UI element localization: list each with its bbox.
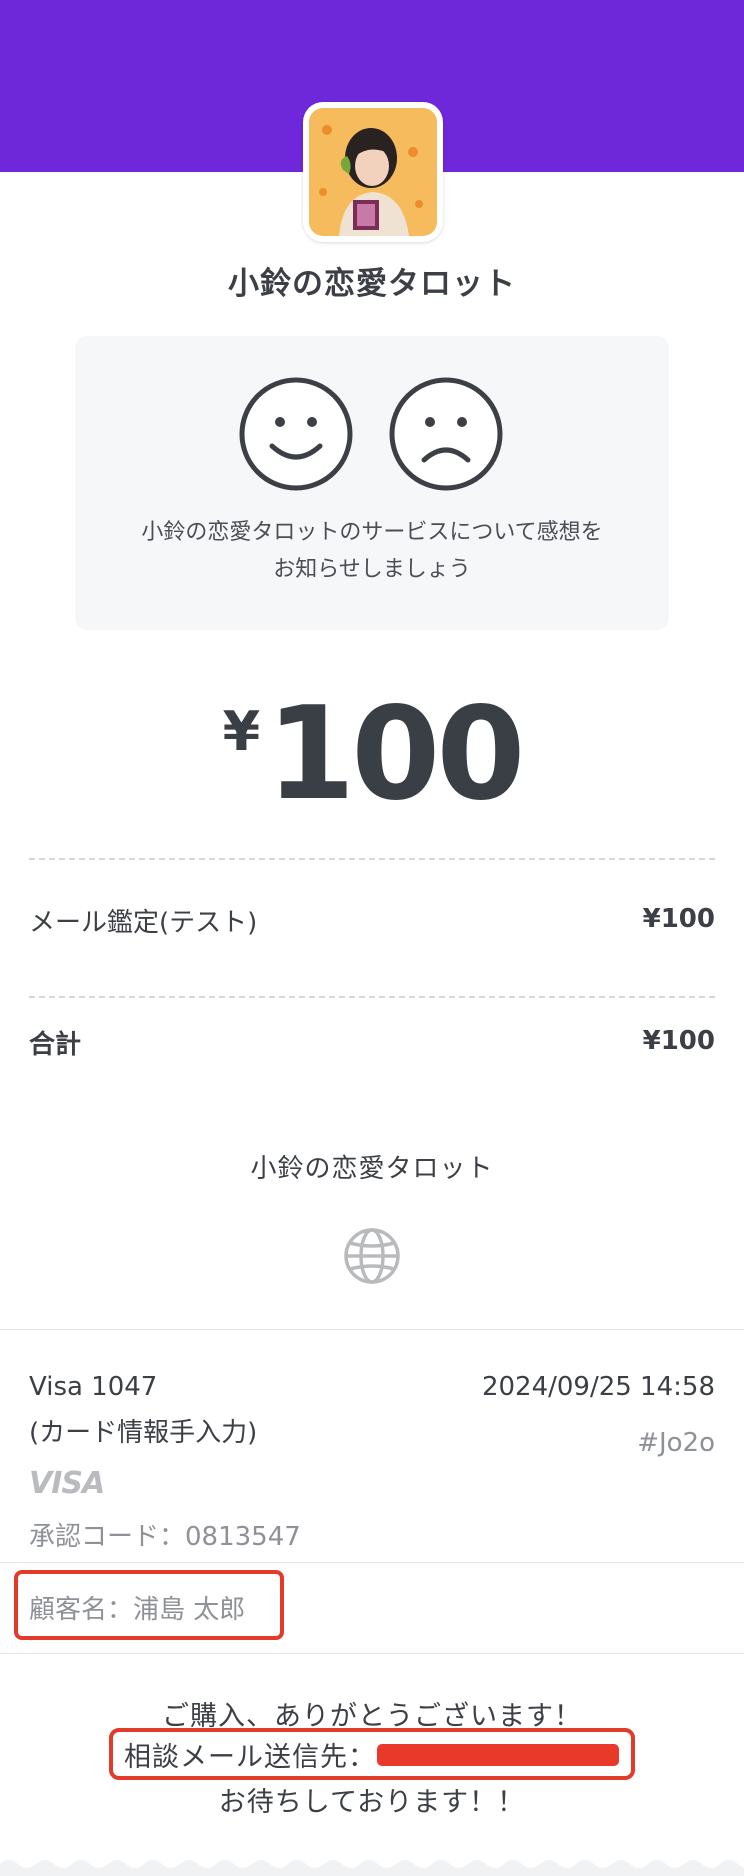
- divider: [0, 1653, 744, 1654]
- contact-email-label: 相談メール送信先：: [124, 1742, 376, 1773]
- feedback-card: 小鈴の恋愛タロットのサービスについて感想をお知らせしましょう: [75, 336, 669, 630]
- authorization-code: 承認コード：0813547: [29, 1522, 301, 1552]
- line-item-label: メール鑑定(テスト): [29, 908, 258, 938]
- amount-currency: ¥: [222, 700, 261, 763]
- receipt-reference: #Jo2o: [637, 1428, 715, 1458]
- merchant-avatar-photo: [309, 108, 437, 236]
- divider: [0, 1329, 744, 1330]
- footer-merchant-name: 小鈴の恋愛タロット: [250, 1154, 494, 1184]
- line-item-price: ¥100: [642, 904, 715, 934]
- visa-logo: VISA: [29, 1466, 105, 1501]
- frowning-face-icon[interactable]: [388, 376, 504, 492]
- total-price: ¥100: [642, 1026, 715, 1056]
- customer-name: 顧客名：浦島 太郎: [29, 1595, 246, 1625]
- closing-message: お待ちしております！！: [218, 1787, 526, 1818]
- divider-dashed: [29, 858, 715, 860]
- card-entry-method: (カード情報手入力): [29, 1418, 258, 1448]
- divider: [0, 1562, 744, 1563]
- redacted-email: [377, 1744, 619, 1766]
- total-label: 合計: [29, 1030, 82, 1060]
- divider-dashed: [29, 996, 715, 998]
- feedback-prompt: 小鈴の恋愛タロットのサービスについて感想をお知らせしましょう: [141, 520, 603, 582]
- merchant-title: 小鈴の恋愛タロット: [228, 266, 516, 302]
- amount-value: 100: [266, 680, 525, 829]
- receipt-torn-edge: [0, 1860, 744, 1876]
- globe-icon[interactable]: [343, 1227, 401, 1285]
- card-number: Visa 1047: [29, 1372, 158, 1402]
- payment-datetime: 2024/09/25 14:58: [481, 1372, 715, 1402]
- merchant-avatar: [303, 102, 443, 242]
- amount-display: ¥100: [0, 680, 744, 829]
- smiley-face-icon[interactable]: [238, 376, 354, 492]
